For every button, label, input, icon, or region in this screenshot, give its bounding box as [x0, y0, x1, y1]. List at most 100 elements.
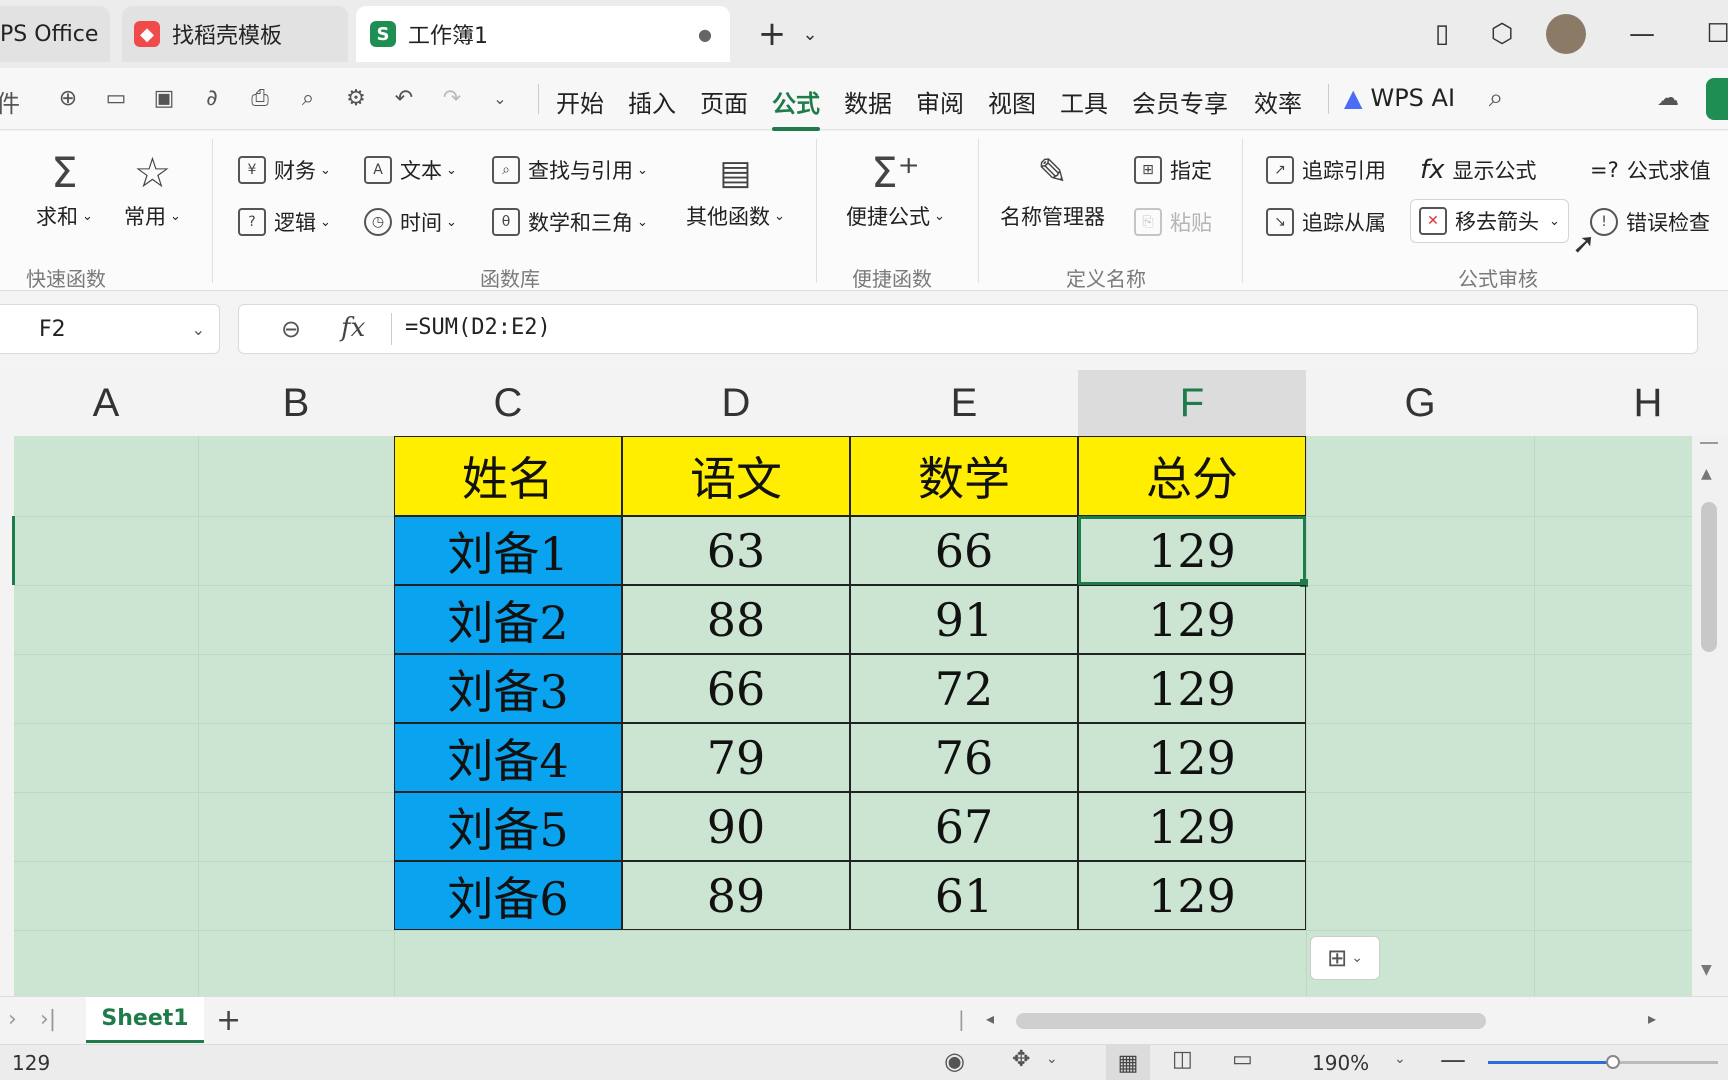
print-preview-icon[interactable]: ⌕ — [292, 81, 324, 115]
next-sheet-icon[interactable]: › — [8, 1007, 17, 1032]
column-header-d[interactable]: D — [622, 370, 850, 436]
layout-icon[interactable]: ▯ — [1424, 16, 1460, 52]
name-cell[interactable]: 刘备1 — [394, 516, 622, 585]
zoom-slider[interactable] — [1488, 1055, 1718, 1069]
column-header-f[interactable]: F — [1078, 370, 1306, 436]
page-layout-icon[interactable]: ◫ — [1172, 1047, 1193, 1072]
remove-arrows-button[interactable]: ✕ 移去箭头 ⌄ — [1410, 199, 1569, 243]
name-cell[interactable]: 刘备3 — [394, 654, 622, 723]
chinese-score-cell[interactable]: 89 — [622, 861, 850, 930]
search-icon[interactable]: ⌕ — [1480, 81, 1512, 115]
common-functions-button[interactable]: ☆ 常用 ⌄ — [124, 145, 181, 231]
math-score-cell[interactable]: 91 — [850, 585, 1078, 654]
page-break-icon[interactable]: ▭ — [1232, 1047, 1253, 1072]
total-cell[interactable]: 129 — [1078, 723, 1306, 792]
horizontal-scrollbar-thumb[interactable] — [1016, 1013, 1486, 1029]
math-trig-button[interactable]: θ 数学和三角 ⌄ — [492, 207, 648, 237]
text-functions-button[interactable]: A 文本 ⌄ — [364, 155, 457, 185]
eye-icon[interactable]: ◉ — [944, 1047, 965, 1075]
chevron-down-icon[interactable]: ⌄ — [792, 16, 828, 52]
column-header-a[interactable]: A — [14, 370, 198, 436]
chevron-down-icon[interactable]: ⌄ — [1549, 214, 1560, 229]
undo-icon[interactable]: ↶ — [388, 81, 420, 115]
print-icon[interactable]: ⎙ — [244, 81, 276, 115]
unsaved-dot-icon[interactable]: ● — [698, 25, 712, 44]
column-header-b[interactable]: B — [198, 370, 394, 436]
name-cell[interactable]: 刘备5 — [394, 792, 622, 861]
name-cell[interactable]: 刘备2 — [394, 585, 622, 654]
error-check-button[interactable]: ! 错误检查 — [1590, 207, 1710, 237]
scrollbar-thumb[interactable] — [1701, 502, 1717, 652]
vertical-scrollbar[interactable]: ▲ ▼ — [1692, 436, 1728, 996]
tab-workbook1[interactable]: S 工作簿1 ● — [356, 6, 730, 62]
cloud-icon[interactable]: ☁ — [1652, 81, 1684, 115]
menu-data[interactable]: 数据 — [844, 84, 892, 119]
total-cell[interactable]: 129 — [1078, 861, 1306, 930]
new-file-icon[interactable]: ⊕ — [52, 81, 84, 115]
autosum-button[interactable]: Σ 求和 ⌄ — [36, 145, 93, 231]
column-header-h[interactable]: H — [1534, 370, 1728, 436]
zoom-out-button[interactable]: — — [1440, 1045, 1466, 1075]
assign-name-button[interactable]: ⊞ 指定 — [1134, 155, 1212, 185]
column-header-e[interactable]: E — [850, 370, 1078, 436]
math-score-cell[interactable]: 76 — [850, 723, 1078, 792]
redo-icon[interactable]: ↷ — [436, 81, 468, 115]
column-header-g[interactable]: G — [1306, 370, 1534, 436]
trace-dependents-button[interactable]: ↘ 追踪从属 — [1266, 207, 1386, 237]
chinese-score-cell[interactable]: 63 — [622, 516, 850, 585]
sheet-tab-sheet1[interactable]: Sheet1 — [86, 997, 204, 1043]
date-time-button[interactable]: ◷ 时间 ⌄ — [364, 207, 457, 237]
last-sheet-icon[interactable]: ›| — [40, 1007, 56, 1032]
menu-member[interactable]: 会员专享 — [1132, 84, 1228, 119]
folder-icon[interactable]: ▭ — [100, 81, 132, 115]
menu-review[interactable]: 审阅 — [916, 84, 964, 119]
logical-button[interactable]: ? 逻辑 ⌄ — [238, 207, 331, 237]
menu-tools[interactable]: 工具 — [1060, 84, 1108, 119]
maximize-icon[interactable]: ☐ — [1700, 16, 1728, 52]
format-painter-icon[interactable]: ⚙ — [340, 81, 372, 115]
chinese-score-cell[interactable]: 90 — [622, 792, 850, 861]
normal-view-icon[interactable]: ▦ — [1106, 1045, 1150, 1080]
share-button[interactable] — [1706, 78, 1728, 120]
show-formulas-button[interactable]: fx 显示公式 — [1420, 155, 1537, 185]
menu-efficiency[interactable]: 效率 — [1254, 84, 1302, 119]
quick-analysis-button[interactable]: ⊞ ⌄ — [1310, 936, 1380, 980]
scroll-left-icon[interactable]: ◂ — [986, 1009, 994, 1028]
chinese-score-cell[interactable]: 88 — [622, 585, 850, 654]
scroll-down-icon[interactable]: ▼ — [1701, 962, 1712, 978]
new-tab-button[interactable]: + — [754, 14, 790, 54]
paste-name-button[interactable]: ⎘ 粘贴 — [1134, 207, 1212, 237]
chinese-score-cell[interactable]: 66 — [622, 654, 850, 723]
menu-page[interactable]: 页面 — [700, 84, 748, 119]
scroll-up-icon[interactable]: ▲ — [1701, 466, 1712, 482]
cube-icon[interactable]: ⬡ — [1484, 16, 1520, 52]
scroll-right-icon[interactable]: ▸ — [1648, 1009, 1656, 1028]
name-cell[interactable]: 刘备6 — [394, 861, 622, 930]
name-box[interactable]: F2 ⌄ — [0, 304, 220, 354]
menu-view[interactable]: 视图 — [988, 84, 1036, 119]
wps-ai-button[interactable]: ▲ WPS AI — [1344, 84, 1455, 112]
tab-wps-office[interactable]: PS Office — [0, 6, 110, 62]
tab-docer-templates[interactable]: ◆ 找稻壳模板 — [122, 6, 348, 62]
save-icon[interactable]: ▣ — [148, 81, 180, 115]
finance-button[interactable]: ¥ 财务 ⌄ — [238, 155, 331, 185]
header-cell-math[interactable]: 数学 — [850, 436, 1078, 516]
link-icon[interactable]: ∂ — [196, 81, 228, 115]
chevron-down-icon[interactable]: ⌄ — [484, 81, 516, 115]
evaluate-formula-button[interactable]: =? 公式求值 — [1590, 155, 1711, 185]
zoom-icon[interactable]: ⊖ — [281, 315, 301, 343]
menu-formulas[interactable]: 公式 — [772, 84, 820, 131]
chevron-down-icon[interactable]: ⌄ — [1394, 1051, 1406, 1067]
formula-text[interactable]: =SUM(D2:E2) — [405, 315, 551, 340]
total-cell[interactable]: 129 — [1078, 792, 1306, 861]
total-cell-selected[interactable]: 129 — [1078, 516, 1306, 585]
minimize-icon[interactable]: — — [1624, 16, 1660, 52]
chevron-down-icon[interactable]: ⌄ — [192, 320, 205, 339]
lookup-reference-button[interactable]: ⌕ 查找与引用 ⌄ — [492, 155, 648, 185]
name-cell[interactable]: 刘备4 — [394, 723, 622, 792]
zoom-level[interactable]: 190% — [1312, 1051, 1369, 1075]
zoom-slider-handle[interactable] — [1606, 1055, 1620, 1069]
add-sheet-button[interactable]: + — [216, 1003, 241, 1038]
menu-file-partial[interactable]: 件 — [0, 84, 20, 119]
column-header-c[interactable]: C — [394, 370, 622, 436]
